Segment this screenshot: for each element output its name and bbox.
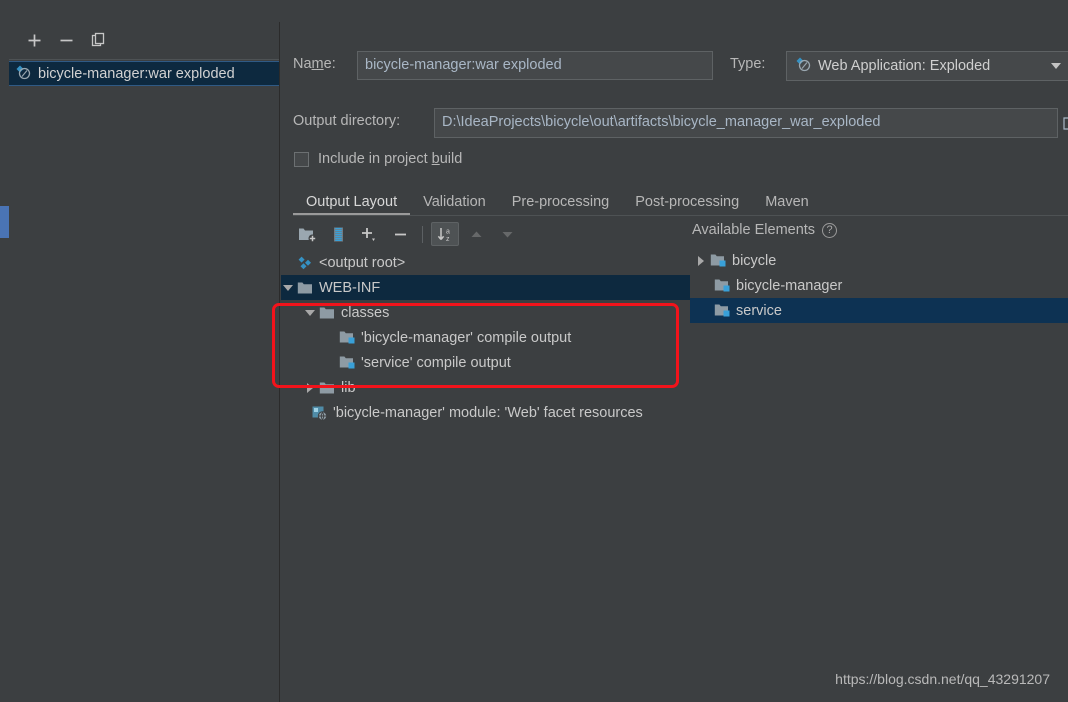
available-elements-tree: bicycle bicycle-manager service xyxy=(690,248,1068,702)
artifacts-settings-dialog: ✕ xyxy=(0,0,1068,702)
tree-row-label: bicycle xyxy=(732,252,777,269)
sort-az-icon[interactable]: a z xyxy=(431,222,459,246)
artifacts-sidebar: bicycle-manager:war exploded xyxy=(9,22,280,702)
tree-row-label: WEB-INF xyxy=(319,279,381,296)
module-output-icon xyxy=(712,303,732,318)
artifact-list-item[interactable]: bicycle-manager:war exploded xyxy=(9,61,279,86)
include-in-project-build-row[interactable]: Include in project build xyxy=(294,151,462,167)
tree-row-label: 'bicycle-manager' compile output xyxy=(361,329,572,346)
artifacts-list: bicycle-manager:war exploded xyxy=(9,60,279,86)
artifact-icon xyxy=(295,255,315,271)
tree-row-label: lib xyxy=(341,379,356,396)
chevron-down-icon xyxy=(1051,63,1061,69)
artifact-editor-panel: Name: bicycle-manager:war exploded Type:… xyxy=(281,0,1068,702)
sidebar-toolbar xyxy=(9,22,279,60)
arrow-down-icon[interactable] xyxy=(493,222,521,246)
tree-row-label: 'service' compile output xyxy=(361,354,511,371)
include-in-project-build-checkbox[interactable] xyxy=(294,151,309,167)
output-layout-tree: <output root> WEB-INF classes 'bicycle-m… xyxy=(281,250,690,702)
tree-expander xyxy=(281,250,295,275)
available-elements-title: Available Elements xyxy=(692,222,816,238)
module-output-icon xyxy=(712,278,732,293)
tree-row[interactable]: lib xyxy=(281,375,690,400)
folder-icon xyxy=(317,381,337,395)
artifact-icon xyxy=(795,56,811,76)
output-layout-toolbar: a z xyxy=(293,220,693,248)
archive-icon[interactable] xyxy=(324,222,352,246)
tree-row-label: service xyxy=(736,302,782,319)
tabs-underline xyxy=(293,215,1068,216)
toolbar-separator xyxy=(422,225,423,243)
tree-row[interactable]: 'service' compile output xyxy=(281,350,690,375)
tree-row[interactable]: bicycle-manager xyxy=(690,273,1068,298)
plus-dropdown-icon[interactable] xyxy=(355,222,383,246)
module-output-icon xyxy=(708,253,728,268)
artifact-icon xyxy=(15,64,31,84)
editor-tabs: Output Layout Validation Pre-processing … xyxy=(293,188,1068,216)
module-output-icon xyxy=(337,330,357,345)
help-icon[interactable]: ? xyxy=(822,222,838,238)
tree-row[interactable]: classes xyxy=(281,300,690,325)
arrow-up-icon[interactable] xyxy=(462,222,490,246)
available-elements-header: Available Elements ? xyxy=(692,222,838,238)
output-directory-label: Output directory: xyxy=(293,113,401,129)
watermark: https://blog.csdn.net/qq_43291207 xyxy=(835,671,1050,687)
folder-add-icon[interactable] xyxy=(293,222,321,246)
name-label: Name: xyxy=(293,56,336,72)
tab-output-layout[interactable]: Output Layout xyxy=(293,194,410,216)
svg-text:a: a xyxy=(446,228,450,235)
tree-expander[interactable] xyxy=(303,300,317,325)
tree-row[interactable]: WEB-INF xyxy=(281,275,690,300)
module-output-icon xyxy=(337,355,357,370)
tree-row-label: 'bicycle-manager' module: 'Web' facet re… xyxy=(333,404,643,421)
tab-post-processing[interactable]: Post-processing xyxy=(622,194,752,216)
tab-pre-processing[interactable]: Pre-processing xyxy=(499,194,623,216)
remove-artifact-button[interactable] xyxy=(51,27,81,55)
include-in-project-build-label: Include in project build xyxy=(318,151,463,167)
folder-icon xyxy=(317,306,337,320)
tree-row-label: <output root> xyxy=(319,254,406,271)
svg-text:z: z xyxy=(446,236,450,243)
copy-artifact-button[interactable] xyxy=(83,27,113,55)
left-edge-strip xyxy=(0,0,9,702)
tab-maven[interactable]: Maven xyxy=(752,194,822,216)
tab-validation[interactable]: Validation xyxy=(410,194,499,216)
type-dropdown-value: Web Application: Exploded xyxy=(818,58,991,74)
folder-icon xyxy=(295,281,315,295)
name-input[interactable]: bicycle-manager:war exploded xyxy=(357,51,713,80)
web-facet-icon xyxy=(309,405,329,421)
type-label: Type: xyxy=(730,56,766,72)
tree-row[interactable]: 'bicycle-manager' module: 'Web' facet re… xyxy=(281,400,690,425)
tree-row-label: bicycle-manager xyxy=(736,277,843,294)
tree-expander[interactable] xyxy=(694,248,708,273)
tree-expander[interactable] xyxy=(303,375,317,400)
tree-expander[interactable] xyxy=(281,275,295,300)
type-dropdown[interactable]: Web Application: Exploded xyxy=(786,51,1068,81)
tree-row[interactable]: service xyxy=(690,298,1068,323)
tree-row-label: classes xyxy=(341,304,390,321)
artifact-list-item-label: bicycle-manager:war exploded xyxy=(38,65,235,82)
output-directory-input[interactable]: D:\IdeaProjects\bicycle\out\artifacts\bi… xyxy=(434,108,1058,138)
tree-row[interactable]: 'bicycle-manager' compile output xyxy=(281,325,690,350)
add-artifact-button[interactable] xyxy=(19,27,49,55)
tree-row[interactable]: bicycle xyxy=(690,248,1068,273)
minus-icon[interactable] xyxy=(386,222,414,246)
left-accent-marker xyxy=(0,206,9,238)
folder-open-icon[interactable] xyxy=(1058,108,1068,138)
tree-row[interactable]: <output root> xyxy=(281,250,690,275)
